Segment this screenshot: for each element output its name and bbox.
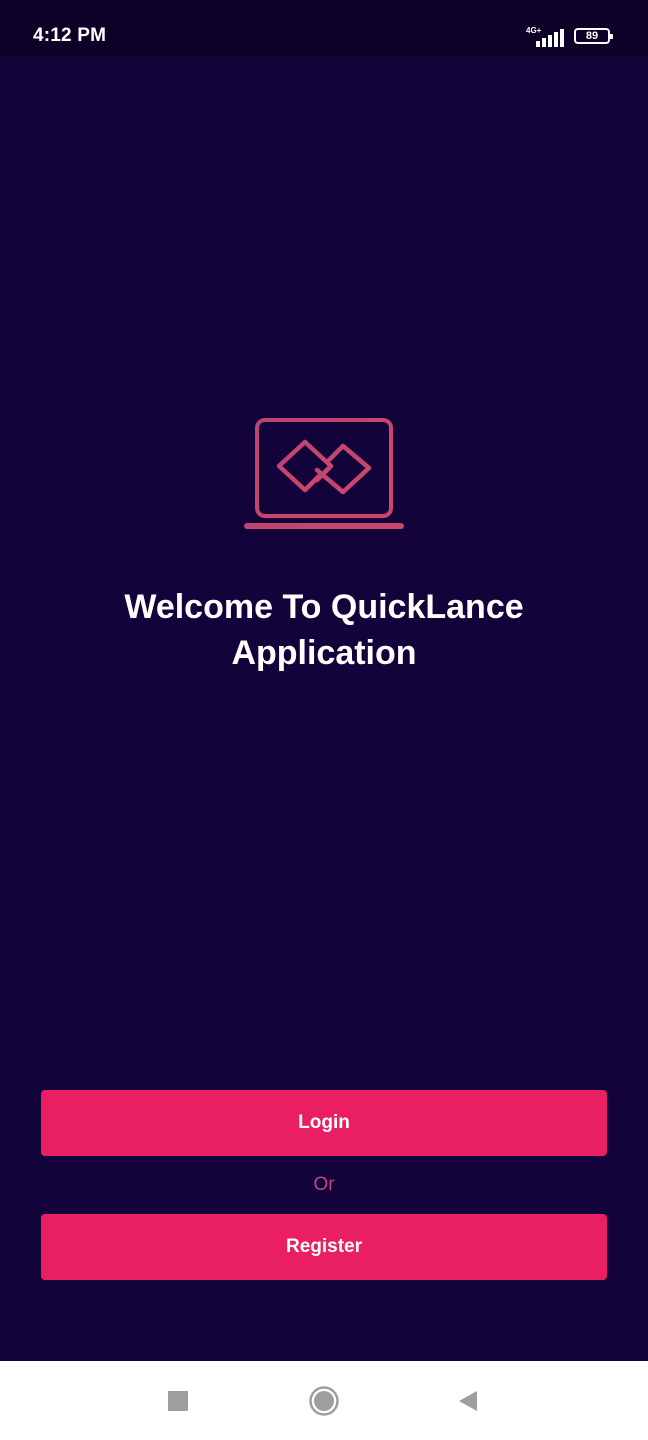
status-time: 4:12 PM: [33, 25, 107, 46]
login-button[interactable]: Login: [41, 1090, 607, 1156]
back-button[interactable]: [428, 1361, 508, 1440]
signal-group: 4G+: [526, 25, 566, 47]
home-button[interactable]: [284, 1361, 364, 1440]
navigation-bar: [0, 1361, 648, 1440]
signal-icon: [536, 29, 564, 47]
battery-icon: 89: [574, 28, 613, 44]
circle-icon: [309, 1385, 339, 1416]
status-indicators: 4G+ 89: [526, 24, 613, 48]
register-button[interactable]: Register: [41, 1214, 607, 1280]
square-icon: [168, 1390, 188, 1411]
or-separator: Or: [313, 1174, 335, 1195]
triangle-back-icon: [459, 1390, 477, 1411]
welcome-title: Welcome To QuickLance Application: [124, 588, 524, 672]
laptop-link-icon: [244, 418, 404, 529]
recents-button[interactable]: [138, 1361, 218, 1440]
battery-level: 89: [585, 30, 599, 42]
status-bar: 4:12 PM 4G+ 89: [0, 0, 648, 56]
